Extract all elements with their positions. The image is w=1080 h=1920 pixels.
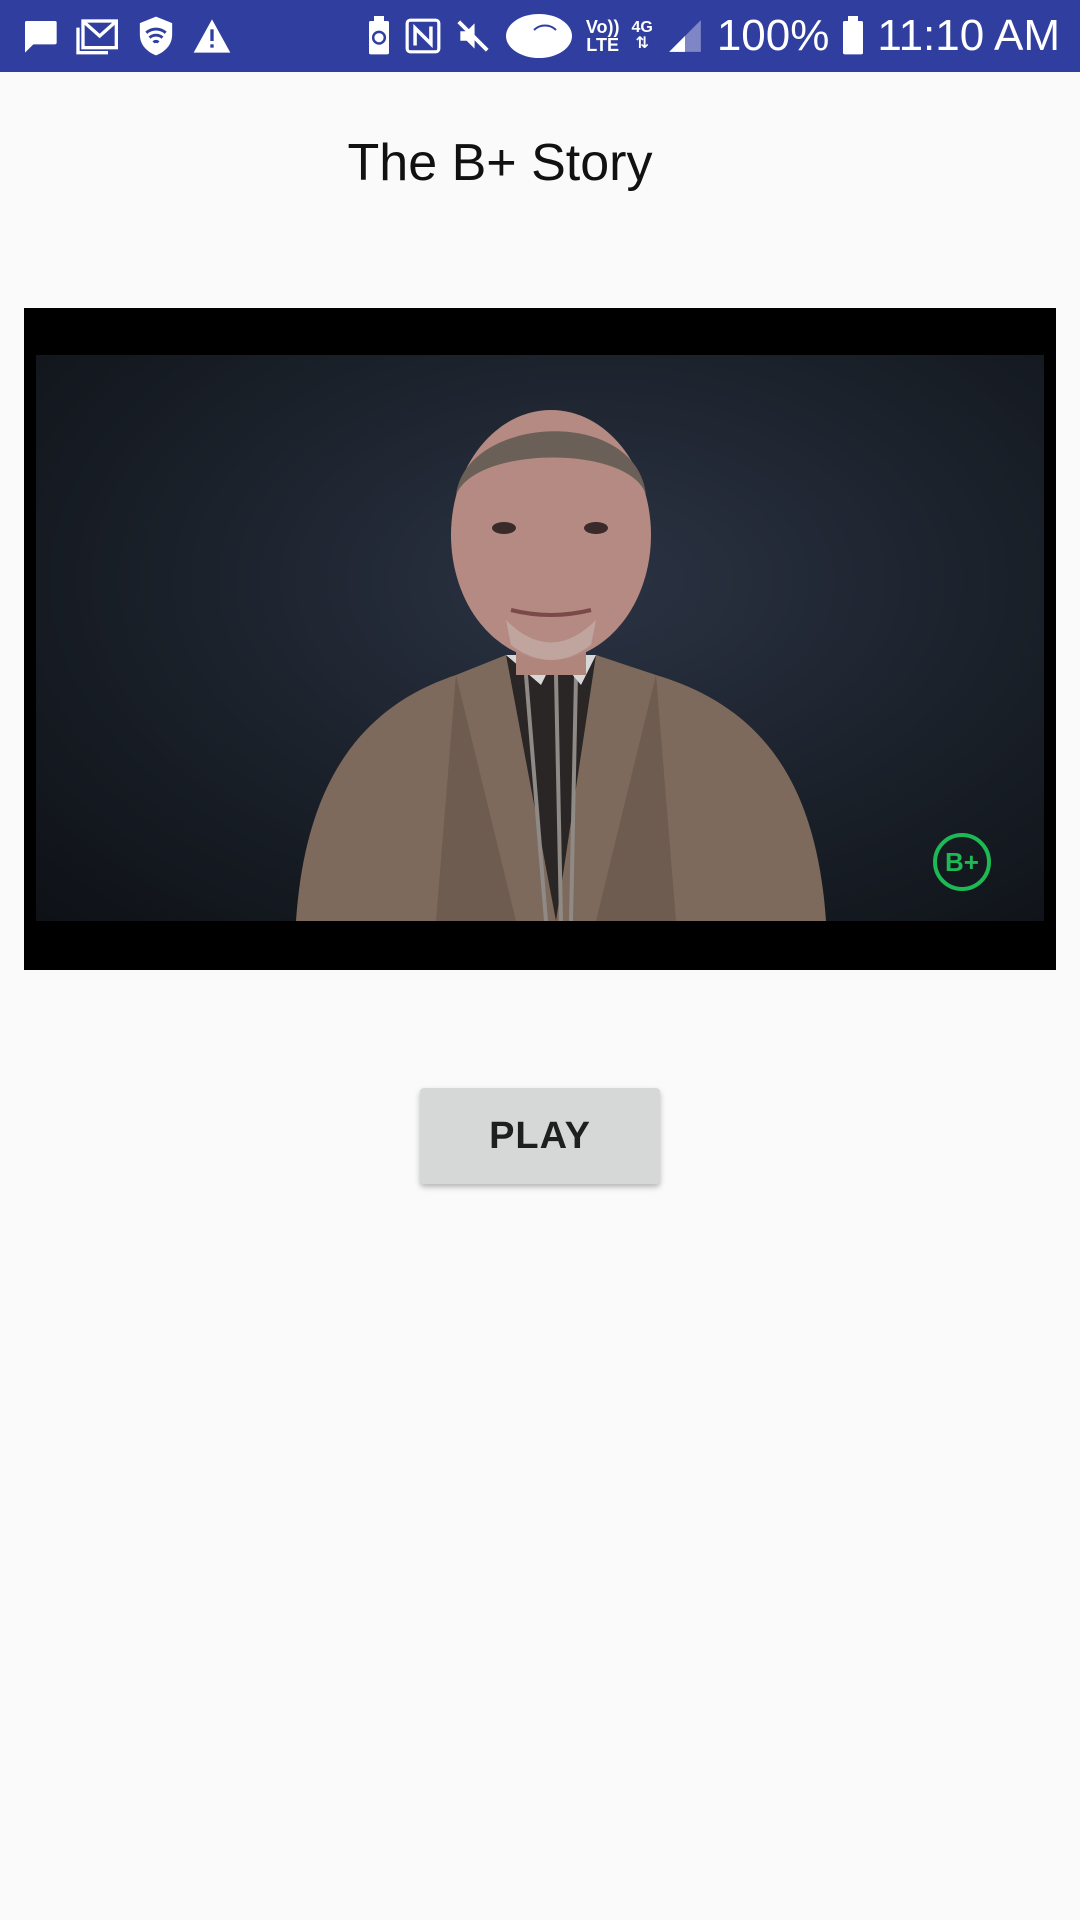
volte-icon: Vo)) LTE [585,17,620,55]
status-bar-left [0,15,232,57]
presenter-illustration [296,410,826,921]
cloud-icon [504,12,574,60]
svg-text:B+: B+ [945,847,979,877]
shield-wifi-icon [136,15,176,57]
brand-logo: B+ [933,833,991,891]
data-arrows-icon: ⇅ [635,35,649,52]
message-icon [20,16,60,56]
clock: 11:10 AM [877,11,1060,60]
nfc-icon [404,16,442,56]
page-title: The B+ Story [347,134,653,192]
email-icon [76,16,120,56]
status-bar-right: Vo)) LTE 4G ⇅ 100% 11:10 AM [366,12,1080,60]
battery-percent: 100% [716,11,830,60]
mute-icon [454,17,492,55]
battery-saver-icon [366,16,392,56]
video-player[interactable]: B+ [24,308,1056,970]
signal-icon [665,17,705,55]
4g-lte-icon: 4G ⇅ [631,19,653,52]
video-frame-image: B+ [36,355,1044,921]
status-bar: Vo)) LTE 4G ⇅ 100% 11:10 AM [0,0,1080,72]
play-button[interactable]: PLAY [420,1088,660,1184]
battery-icon [841,16,865,56]
warning-icon [192,17,232,55]
